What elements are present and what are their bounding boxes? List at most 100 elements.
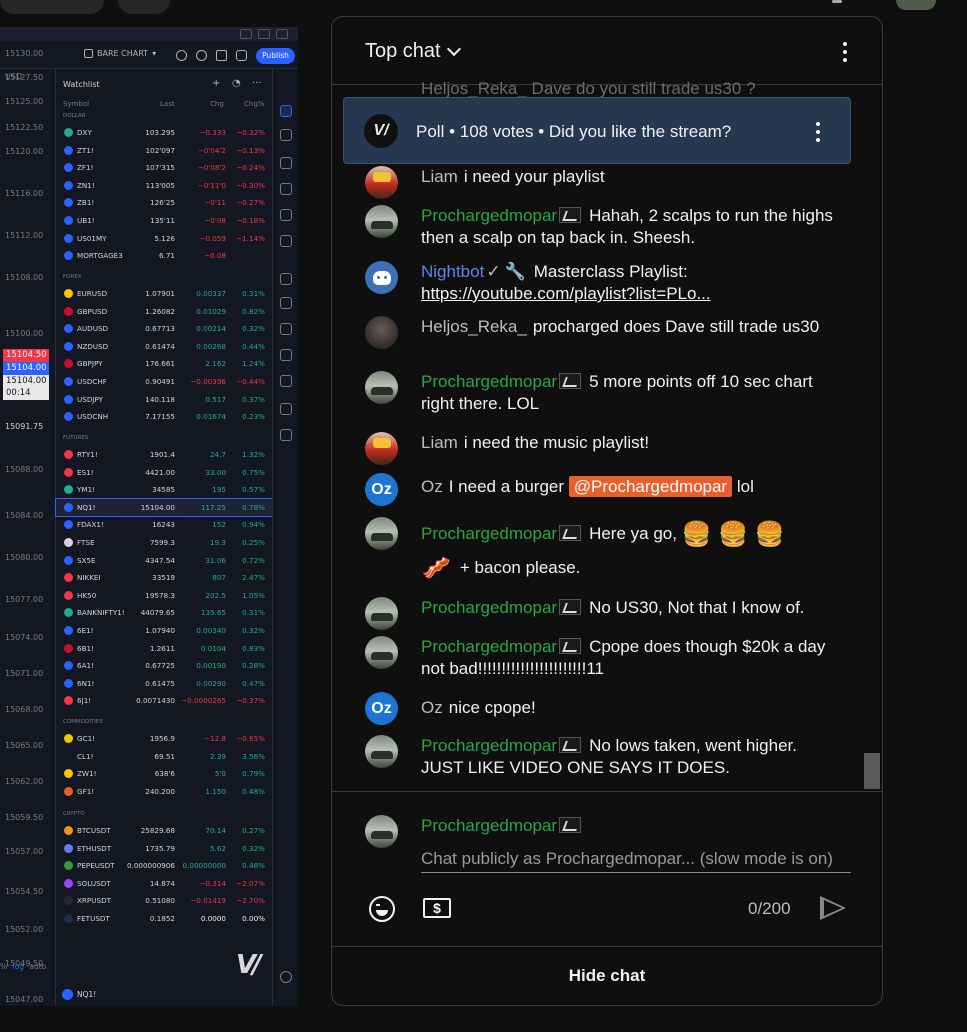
- watchlist-row[interactable]: 6J1! 0.0071430 −0.0000265 −0.37%: [56, 692, 273, 709]
- watchlist-row[interactable]: MORTGAGE3 6.71 −0.08: [56, 247, 273, 264]
- avatar[interactable]: [365, 261, 398, 294]
- last-price: 4347.54: [145, 555, 175, 565]
- top-bar-button[interactable]: [118, 0, 170, 14]
- watchlist-row[interactable]: USDCNH 7.17155 0.01674 0.23%: [56, 408, 273, 425]
- watchlist-row[interactable]: 6N1! 0.61475 0.00290 0.47%: [56, 675, 273, 692]
- avatar[interactable]: [365, 735, 398, 768]
- watchlist-row[interactable]: USDCHF 0.90491 −0.00396 −0.44%: [56, 373, 273, 390]
- change: 117.25: [200, 502, 226, 512]
- watchlist-row[interactable]: NQ1! 15104.00 117.25 0.78%: [55, 497, 274, 517]
- watchlist-row[interactable]: NZDUSD 0.61474 0.00268 0.44%: [56, 338, 273, 355]
- watchlist-row[interactable]: ZF1! 107'315 −0'08'2 −0.24%: [56, 159, 273, 176]
- calendar-icon: [280, 209, 292, 221]
- watchlist-row[interactable]: FTSE 7599.3 19.3 0.25%: [56, 534, 273, 551]
- author-name[interactable]: Nightbot: [421, 262, 484, 281]
- watchlist-row[interactable]: FDAX1! 16243 152 0.94%: [56, 516, 273, 533]
- watchlist-row[interactable]: NIKKEI 33519 807 2.47%: [56, 569, 273, 586]
- watchlist-row[interactable]: 6B1! 1.2611 0.0104 0.83%: [56, 640, 273, 657]
- watchlist-row[interactable]: YM1! 34585 195 0.57%: [56, 481, 273, 498]
- chat-scrollbar[interactable]: [864, 753, 880, 789]
- watchlist-row[interactable]: ZT1! 102'097 −0'04'2 −0.13%: [56, 142, 273, 159]
- watchlist-row[interactable]: SX5E 4347.54 31.06 0.72%: [56, 552, 273, 569]
- watchlist-row[interactable]: SOLUSDT 14.874 −0.314 −2.07%: [56, 875, 273, 892]
- author-name[interactable]: Prochargedmopar: [421, 736, 557, 755]
- symbol: RTY1!: [77, 450, 98, 459]
- author-name[interactable]: Heljos_Reka_: [421, 317, 527, 336]
- last-price: 107'315: [145, 163, 175, 173]
- watchlist-row[interactable]: PEPEUSDT 0.000000906 0.00000000 0.48%: [56, 857, 273, 874]
- author-name[interactable]: Prochargedmopar: [421, 598, 557, 617]
- avatar[interactable]: [365, 371, 398, 404]
- watchlist-row[interactable]: ZN1! 113'005 −0'11'0 −0.30%: [56, 177, 273, 194]
- watchlist-row[interactable]: CL1! 69.51 2.39 3.56%: [56, 748, 273, 765]
- author-name[interactable]: Prochargedmopar: [421, 372, 557, 391]
- avatar[interactable]: [365, 432, 398, 465]
- avatar[interactable]: [365, 166, 398, 199]
- more-icon: [276, 29, 288, 39]
- last-price: 0.0071430: [136, 696, 175, 706]
- send-icon[interactable]: [820, 896, 846, 920]
- avatar[interactable]: [365, 597, 398, 630]
- symbol: GBPUSD: [77, 306, 108, 316]
- message-link[interactable]: https://youtube.com/playlist?list=PLo...: [421, 284, 711, 303]
- author-name[interactable]: Prochargedmopar: [421, 524, 557, 543]
- watchlist-row[interactable]: ZB1! 126'25 −0'11 −0.27%: [56, 194, 273, 211]
- avatar[interactable]: [365, 517, 398, 550]
- watchlist-row[interactable]: US01MY 5.126 −0.059 −1.14%: [56, 230, 273, 247]
- avatar[interactable]: Oz: [365, 473, 398, 506]
- emoji-picker-icon[interactable]: [369, 896, 395, 922]
- watchlist-row[interactable]: 6A1! 0.67725 0.00190 0.28%: [56, 657, 273, 674]
- watchlist-row[interactable]: ZW1! 638'6 5'0 0.79%: [56, 765, 273, 782]
- chat-icon: [280, 273, 292, 285]
- top-bar-pill[interactable]: [0, 0, 104, 14]
- watchlist-row[interactable]: BTCUSDT 25829.68 70.14 0.27%: [56, 822, 273, 839]
- message-text: i need your playlist: [463, 167, 605, 186]
- top-chat-dropdown[interactable]: Top chat: [365, 40, 461, 63]
- watchlist-row[interactable]: USDJPY 140.118 0.517 0.37%: [56, 391, 273, 408]
- watchlist-row[interactable]: UB1! 135'11 −0'08 −0.18%: [56, 212, 273, 229]
- change: −0.00396: [190, 377, 226, 386]
- symbol: 6B1!: [77, 643, 94, 653]
- avatar[interactable]: [365, 636, 398, 669]
- watchlist-row[interactable]: DXY 103.295 −0.333 −0.32%: [56, 124, 273, 141]
- chat-menu-icon[interactable]: [843, 42, 847, 66]
- watchlist-row[interactable]: ETHUSDT 1735.79 5.62 0.32%: [56, 840, 273, 857]
- log-toggle: log: [12, 962, 24, 971]
- symbol-flag-icon: [64, 412, 73, 422]
- author-name[interactable]: Liam: [421, 167, 458, 186]
- watchlist-row[interactable]: ES1! 4421.00 33.00 0.75%: [56, 464, 273, 481]
- change: 135.65: [200, 608, 226, 618]
- chat-input[interactable]: Chat publicly as Prochargedmopar... (slo…: [421, 847, 851, 871]
- last-price: 5.126: [154, 233, 175, 243]
- poll-banner[interactable]: V/ Poll • 108 votes • Did you like the s…: [343, 97, 851, 164]
- last-price: 16243: [152, 520, 175, 530]
- price-tick-label: 15059.50: [5, 813, 44, 822]
- watchlist-row[interactable]: BANKNIFTY1! 44079.65 135.65 0.31%: [56, 604, 273, 621]
- super-chat-icon[interactable]: $: [423, 898, 451, 918]
- account-avatar[interactable]: [896, 0, 936, 10]
- watchlist-row[interactable]: XRPUSDT 0.51080 −0.01419 −2.70%: [56, 892, 273, 909]
- watchlist-row[interactable]: HK50 19578.3 202.5 1.05%: [56, 587, 273, 604]
- video-player[interactable]: BARE CHART ▾ Publish USD · 15130.00 15127…: [0, 27, 298, 1006]
- avatar[interactable]: Oz: [365, 692, 398, 725]
- author-name[interactable]: Oz: [421, 698, 443, 717]
- watchlist-row[interactable]: FETUSDT 0.1852 0.0000 0.00%: [56, 910, 273, 927]
- author-name[interactable]: Prochargedmopar: [421, 637, 557, 656]
- watchlist-row[interactable]: GBPJPY 176.661 2.162 1.24%: [56, 355, 273, 372]
- poll-menu-icon[interactable]: [816, 122, 820, 146]
- author-name[interactable]: Liam: [421, 433, 458, 452]
- watchlist-row[interactable]: EURUSD 1.07901 0.00337 0.31%: [56, 285, 273, 302]
- author-name[interactable]: Prochargedmopar: [421, 206, 557, 225]
- author-name[interactable]: Oz: [421, 477, 443, 496]
- avatar[interactable]: [365, 205, 398, 238]
- avatar[interactable]: [365, 316, 398, 349]
- watchlist-row[interactable]: AUDUSD 0.67713 0.00214 0.32%: [56, 320, 273, 337]
- composer-author-name: Prochargedmopar: [421, 816, 589, 836]
- watchlist-row[interactable]: GBPUSD 1.26082 0.01029 0.82%: [56, 303, 273, 320]
- watchlist-row[interactable]: GC1! 1956.9 −12.8 −0.65%: [56, 730, 273, 747]
- mention-chip[interactable]: @Prochargedmopar: [568, 476, 733, 497]
- watchlist-row[interactable]: RTY1! 1901.4 24.7 1.32%: [56, 446, 273, 463]
- watchlist-row[interactable]: 6E1! 1.07940 0.00340 0.32%: [56, 622, 273, 639]
- watchlist-row[interactable]: GF1! 240.200 1.150 0.48%: [56, 783, 273, 800]
- hide-chat-button[interactable]: Hide chat: [332, 946, 882, 1005]
